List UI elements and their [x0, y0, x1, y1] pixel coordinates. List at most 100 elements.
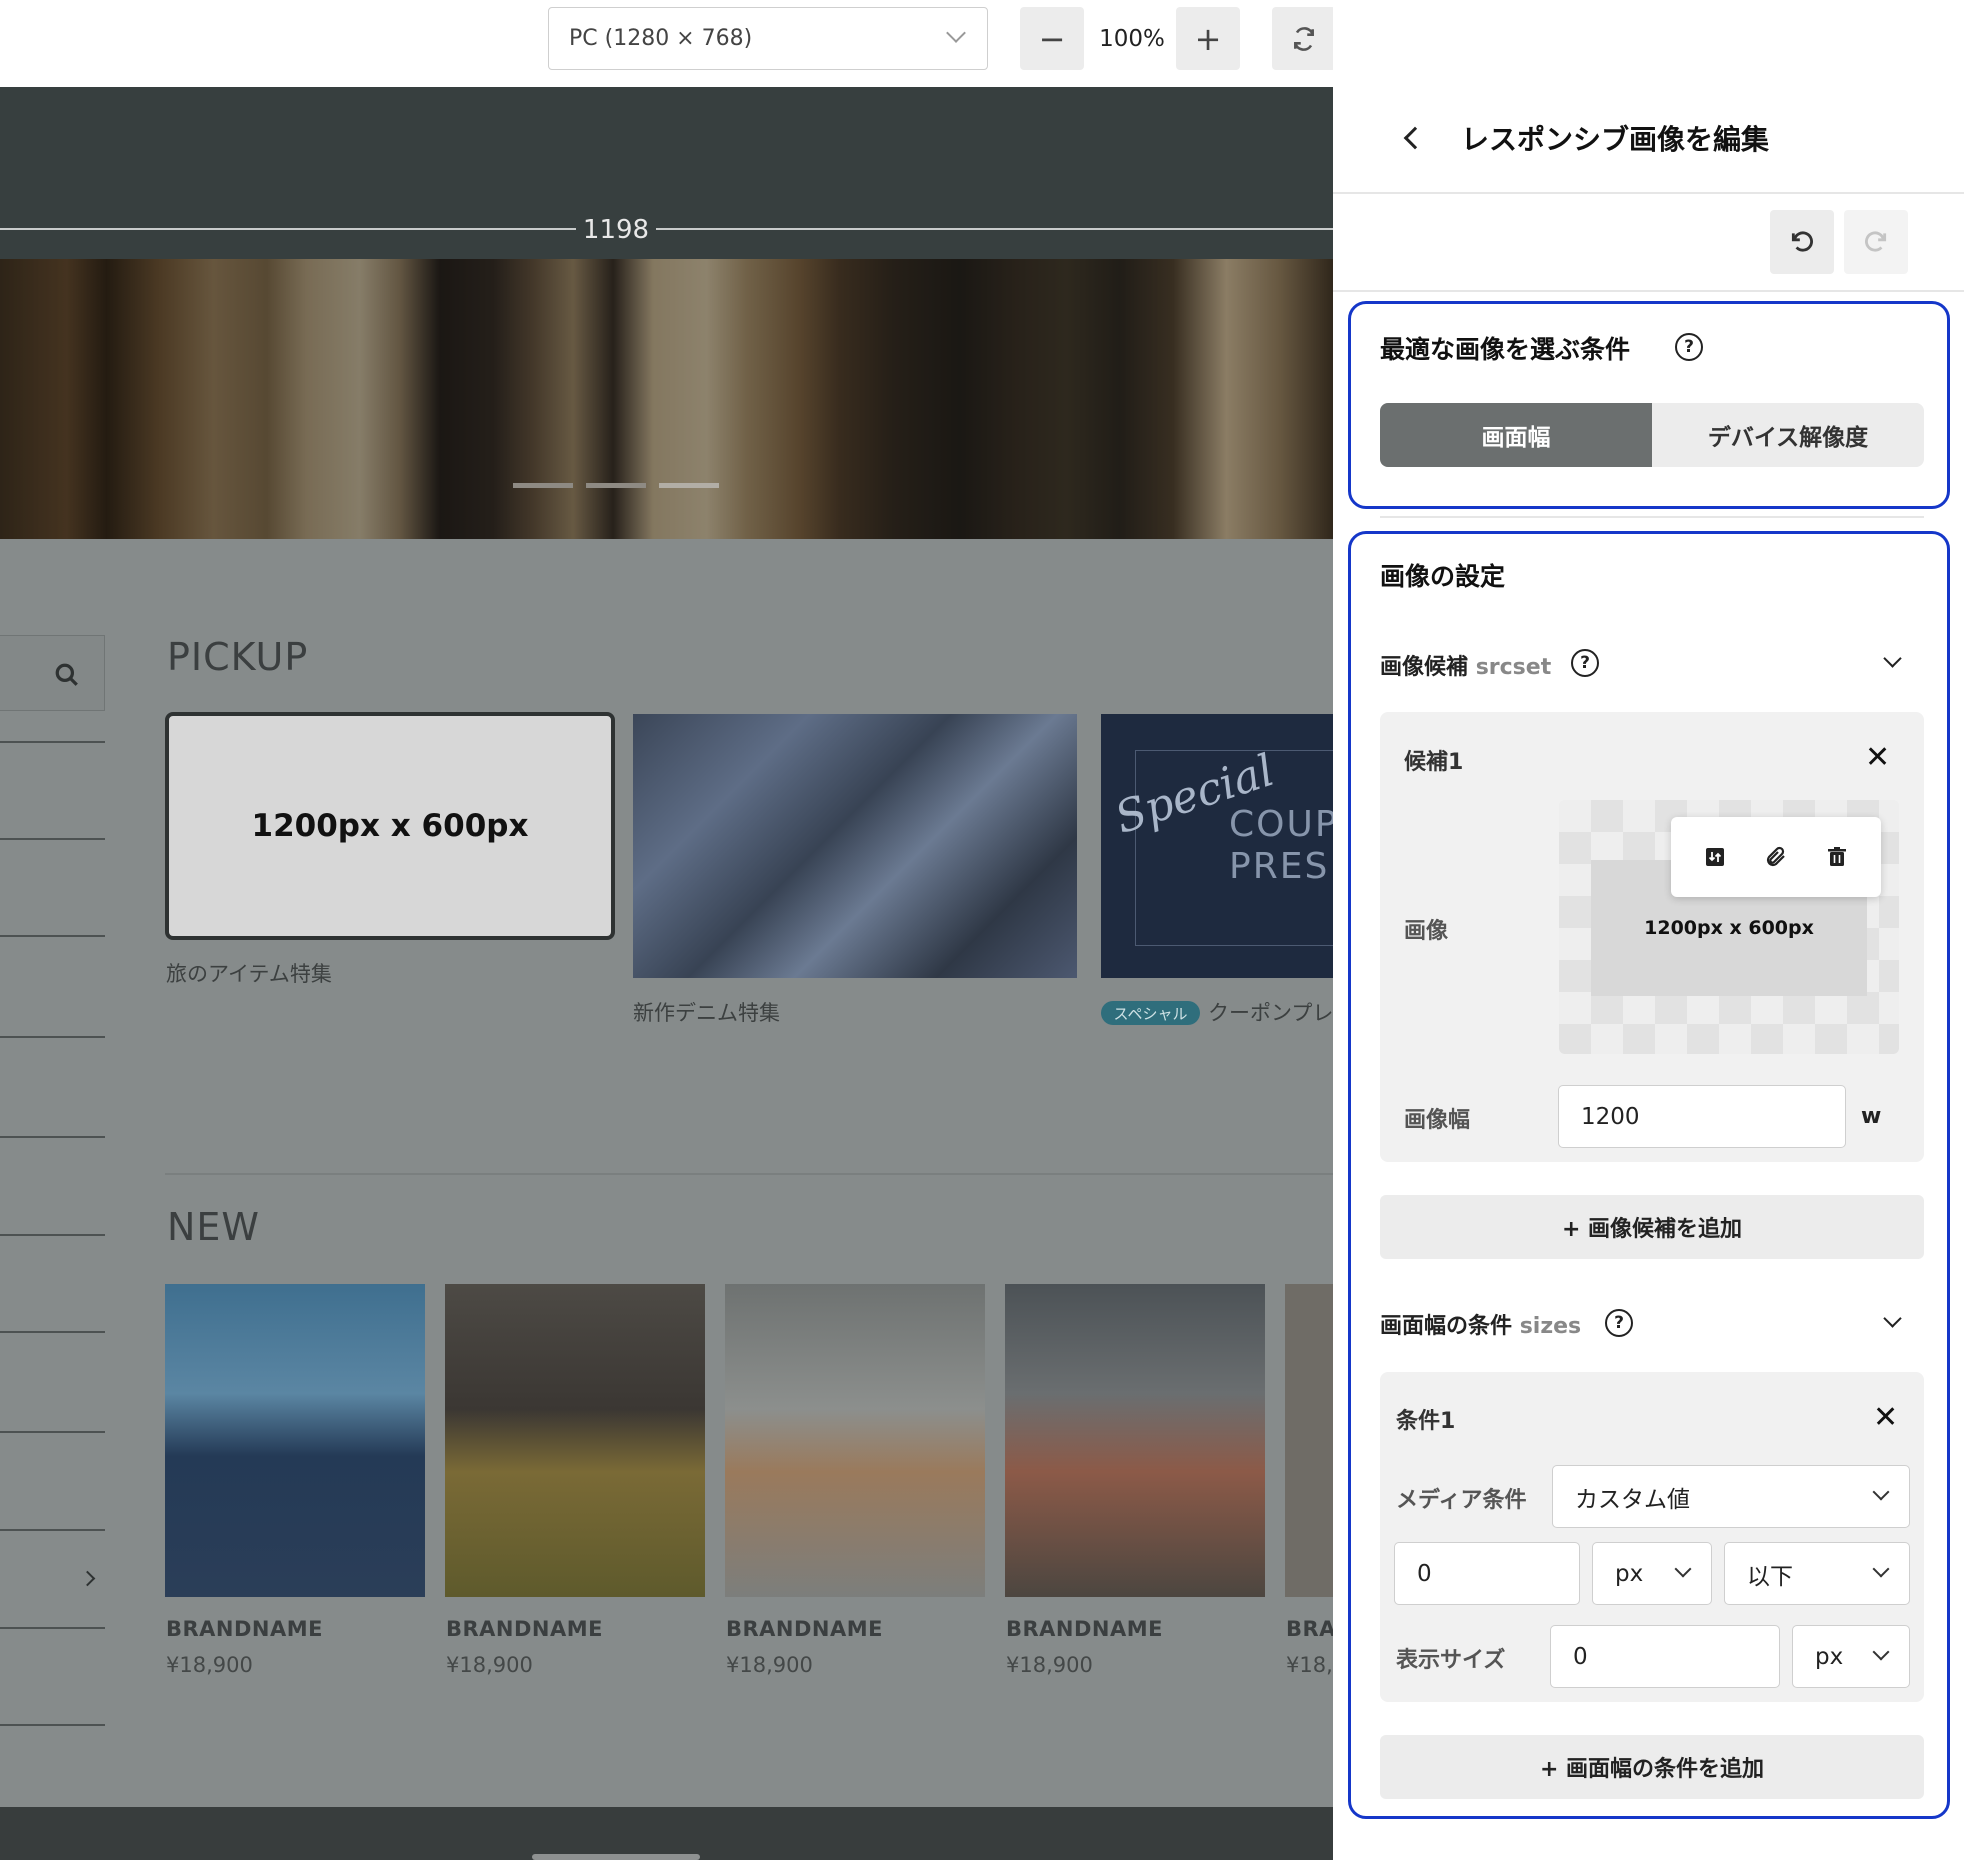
sidebar-search[interactable]: [0, 635, 105, 711]
carousel-dot[interactable]: [586, 483, 646, 488]
product-image[interactable]: [725, 1284, 985, 1597]
back-chevron-icon[interactable]: [1403, 126, 1427, 150]
sidebar-divider: [0, 1234, 105, 1236]
coupon-text-line: COUP: [1229, 804, 1333, 845]
product-brand: BRANDNAME: [726, 1617, 884, 1641]
image-width-input[interactable]: 1200: [1558, 1085, 1846, 1148]
image-label: 画像: [1404, 919, 1449, 944]
product-price: ¥18,900: [166, 1653, 253, 1677]
pickup-image-placeholder[interactable]: 1200px x 600px: [165, 712, 615, 940]
page-preview: 1198 PICKUP 1200px x 600px 旅のアイテム特集 新作デニ…: [0, 87, 1333, 1860]
chevron-right-icon[interactable]: [79, 1570, 96, 1587]
sidebar-divider: [0, 1724, 105, 1726]
product-brand: BRANDNAME: [1006, 1617, 1164, 1641]
help-icon[interactable]: ?: [1605, 1309, 1633, 1337]
sidebar-divider: [0, 935, 105, 937]
site-footer: [0, 1807, 1333, 1860]
product-price: ¥18,: [1286, 1653, 1333, 1677]
media-condition-label: メディア条件: [1396, 1488, 1527, 1513]
chevron-down-icon: [1872, 1483, 1890, 1500]
help-icon[interactable]: ?: [1571, 649, 1599, 677]
section-divider: [165, 1173, 1333, 1175]
image-width-label: 画像幅: [1404, 1108, 1471, 1133]
carousel-dot[interactable]: [513, 483, 573, 488]
attach-link-icon[interactable]: [1764, 845, 1788, 869]
product-image[interactable]: [165, 1284, 425, 1597]
chevron-down-icon: [946, 23, 966, 43]
pickup-heading: PICKUP: [167, 635, 309, 679]
condition-tabs: 画面幅 デバイス解像度: [1380, 403, 1924, 467]
product-brand: BRANDNAME: [446, 1617, 604, 1641]
site-header: [0, 87, 1333, 259]
product-price: ¥18,900: [1006, 1653, 1093, 1677]
chevron-down-icon: [1872, 1560, 1890, 1577]
ruler-width-label: 1198: [576, 211, 656, 249]
condition-unit-select[interactable]: px: [1592, 1542, 1712, 1605]
search-icon: [55, 663, 78, 686]
sizes-code: sizes: [1519, 1314, 1582, 1339]
sizes-heading: 画面幅の条件 sizes: [1380, 1308, 1581, 1340]
redo-icon: [1865, 231, 1887, 252]
sizes-label: 画面幅の条件: [1380, 1314, 1513, 1339]
product-brand: BRANDNAME: [166, 1617, 324, 1641]
redo-button[interactable]: [1844, 210, 1908, 274]
new-heading: NEW: [167, 1205, 261, 1249]
display-size-unit-select[interactable]: px: [1792, 1625, 1910, 1688]
pickup-caption: 新作デニム特集: [633, 1001, 780, 1025]
undo-icon: [1791, 231, 1813, 252]
preview-scrollbar[interactable]: [532, 1854, 700, 1860]
media-condition-value: カスタム値: [1575, 1486, 1690, 1513]
hero-banner-image: [0, 259, 1333, 539]
trash-icon[interactable]: [1825, 845, 1849, 869]
chevron-down-icon: [1872, 1643, 1890, 1660]
condition-value-input[interactable]: 0: [1394, 1542, 1580, 1605]
sidebar-divider: [0, 838, 105, 840]
product-image[interactable]: [445, 1284, 705, 1597]
pickup-caption: クーポンプレ: [1208, 1001, 1333, 1025]
add-condition-button[interactable]: + 画面幅の条件を追加: [1380, 1735, 1924, 1799]
add-candidate-button[interactable]: + 画像候補を追加: [1380, 1195, 1924, 1259]
pickup-image-coupon[interactable]: Special COUP PRES: [1101, 714, 1333, 978]
product-brand: BRA: [1286, 1617, 1333, 1641]
image-toolbar: [1671, 817, 1881, 897]
product-image[interactable]: [1285, 1284, 1333, 1597]
pickup-image-denim[interactable]: [633, 714, 1077, 978]
srcset-code: srcset: [1475, 655, 1552, 680]
tab-device-resolution[interactable]: デバイス解像度: [1652, 403, 1924, 467]
condition-section-title: 最適な画像を選ぶ条件: [1380, 335, 1631, 364]
replace-image-icon[interactable]: [1703, 845, 1727, 869]
product-image[interactable]: [1005, 1284, 1265, 1597]
reload-button[interactable]: [1272, 7, 1336, 70]
display-size-input[interactable]: 0: [1550, 1625, 1780, 1688]
sidebar-divider: [0, 1529, 105, 1531]
device-select[interactable]: PC (1280 × 768): [548, 7, 988, 70]
product-price: ¥18,900: [446, 1653, 533, 1677]
product-price: ¥18,900: [726, 1653, 813, 1677]
sidebar-divider: [0, 1136, 105, 1138]
close-icon[interactable]: ✕: [1873, 1400, 1898, 1435]
device-select-value: PC (1280 × 768): [569, 26, 753, 51]
width-ruler: [0, 228, 1333, 230]
refresh-icon: [1294, 26, 1314, 51]
srcset-label: 画像候補: [1380, 655, 1469, 680]
display-size-label: 表示サイズ: [1396, 1648, 1506, 1673]
sidebar-divider: [0, 741, 105, 743]
panel-title: レスポンシブ画像を編集: [1461, 123, 1770, 156]
coupon-text-line: PRES: [1229, 846, 1330, 887]
tab-screen-width[interactable]: 画面幅: [1380, 403, 1652, 467]
pickup-caption: 旅のアイテム特集: [166, 962, 332, 986]
condition-unit-value: px: [1615, 1560, 1644, 1587]
panel-divider: [1333, 192, 1964, 194]
media-condition-select[interactable]: カスタム値: [1552, 1465, 1910, 1528]
carousel-dot-active[interactable]: [659, 483, 719, 488]
close-icon[interactable]: ✕: [1865, 740, 1890, 775]
zoom-out-button[interactable]: −: [1020, 7, 1084, 70]
srcset-heading: 画像候補 srcset: [1380, 649, 1551, 681]
condition-operator-select[interactable]: 以下: [1724, 1542, 1910, 1605]
undo-button[interactable]: [1770, 210, 1834, 274]
zoom-in-button[interactable]: +: [1176, 7, 1240, 70]
condition-operator-value: 以下: [1747, 1563, 1793, 1590]
edit-panel: レスポンシブ画像を編集 最適な画像を選ぶ条件 ? 画面幅 デバイス解像度 画像の…: [1333, 0, 1964, 1860]
sidebar-divider: [0, 1431, 105, 1433]
help-icon[interactable]: ?: [1675, 333, 1703, 361]
